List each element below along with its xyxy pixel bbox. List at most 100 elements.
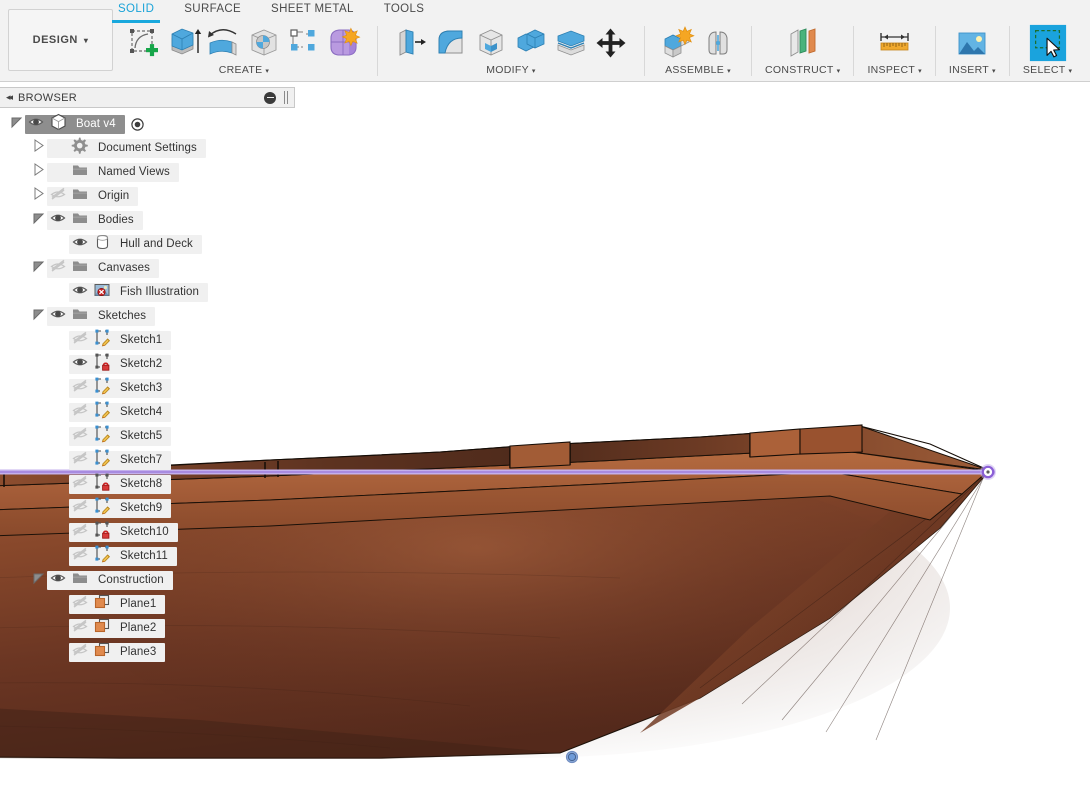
select-window-icon[interactable] [1028,21,1068,65]
eye-hidden-icon[interactable] [72,547,88,566]
visibility-toggle[interactable] [69,331,91,350]
eye-hidden-icon[interactable] [50,187,66,206]
tree-expander[interactable] [30,138,47,158]
tree-row-boat-v4[interactable]: Boat v4 [0,112,295,136]
eye-hidden-icon[interactable] [72,379,88,398]
loft-icon[interactable] [284,21,324,65]
offset-plane-icon[interactable] [783,21,823,65]
design-workspace-button[interactable]: DESIGN ▾ [8,9,113,71]
visibility-toggle[interactable] [69,547,91,566]
tree-node-chip[interactable]: Canvases [47,258,159,278]
panel-select-label[interactable]: SELECT ▾ [1023,64,1072,76]
tree-row-sketch5[interactable]: Sketch5 [0,424,295,448]
visibility-toggle[interactable] [25,115,47,134]
tree-expander[interactable] [30,307,47,326]
visibility-toggle[interactable] [69,523,91,542]
expander-collapsed-icon[interactable] [32,138,45,158]
collapse-panel-icon[interactable]: ◂◂ [6,92,13,103]
expander-expanded-icon[interactable] [32,211,45,230]
tree-row-sketch2[interactable]: Sketch2 [0,352,295,376]
visibility-toggle[interactable] [47,211,69,230]
panel-inspect-label[interactable]: INSPECT ▾ [867,64,921,76]
move-copy-icon[interactable] [591,21,631,65]
eye-hidden-icon[interactable] [72,403,88,422]
tab-surface[interactable]: SURFACE [184,0,241,20]
tree-node-chip[interactable]: Origin [47,186,139,206]
expander-collapsed-icon[interactable] [32,162,45,182]
eye-hidden-icon[interactable] [72,595,88,614]
eye-hidden-icon[interactable] [72,643,88,662]
eye-hidden-icon[interactable] [72,451,88,470]
fillet-icon[interactable] [431,21,471,65]
tree-node-chip[interactable]: Sketch5 [69,425,172,446]
extrude-icon[interactable] [164,21,204,65]
visibility-toggle[interactable] [47,259,69,278]
tree-node-chip[interactable]: Named Views [47,162,179,182]
tree-expander[interactable] [30,259,47,278]
expander-expanded-icon[interactable] [32,571,45,590]
visibility-toggle[interactable] [47,187,69,206]
tree-node-chip[interactable]: Document Settings [47,137,206,158]
visibility-toggle[interactable] [69,283,91,302]
minus-circle-icon[interactable] [264,91,276,104]
visibility-toggle[interactable] [47,571,69,590]
visibility-toggle[interactable] [69,427,91,446]
keel-point-marker[interactable] [567,752,577,762]
expander-expanded-icon[interactable] [32,259,45,278]
eye-hidden-icon[interactable] [72,427,88,446]
visibility-toggle[interactable] [69,403,91,422]
visibility-toggle[interactable] [69,475,91,494]
tree-node-chip[interactable]: Plane1 [69,594,166,614]
tree-row-construction[interactable]: Construction [0,568,295,592]
tree-expander[interactable] [30,186,47,206]
split-face-icon[interactable] [551,21,591,65]
combine-icon[interactable] [511,21,551,65]
panel-construct-label[interactable]: CONSTRUCT ▾ [765,64,840,76]
eye-hidden-icon[interactable] [72,475,88,494]
tree-node-chip[interactable]: Sketch9 [69,497,172,518]
eye-visible-icon[interactable] [50,211,66,230]
tree-row-origin[interactable]: Origin [0,184,295,208]
eye-hidden-icon[interactable] [72,331,88,350]
eye-hidden-icon[interactable] [72,523,88,542]
visibility-toggle[interactable] [69,379,91,398]
tab-sheet-metal[interactable]: SHEET METAL [271,0,354,20]
expander-expanded-icon[interactable] [32,307,45,326]
tree-node-chip[interactable]: Bodies [47,210,143,230]
tree-row-sketch10[interactable]: Sketch10 [0,520,295,544]
tree-expander[interactable] [30,211,47,230]
tree-row-sketch1[interactable]: Sketch1 [0,328,295,352]
tree-node-chip[interactable]: Plane3 [69,642,166,662]
new-component-icon[interactable] [658,21,698,65]
tree-row-named-views[interactable]: Named Views [0,160,295,184]
tree-row-plane2[interactable]: Plane2 [0,616,295,640]
tree-row-sketch11[interactable]: Sketch11 [0,544,295,568]
visibility-toggle[interactable] [69,643,91,662]
eye-visible-icon[interactable] [50,571,66,590]
eye-visible-icon[interactable] [28,115,44,134]
panel-assemble-label[interactable]: ASSEMBLE ▾ [665,64,731,76]
tree-row-sketch3[interactable]: Sketch3 [0,376,295,400]
revolve-icon[interactable] [204,21,244,65]
tree-row-sketches[interactable]: Sketches [0,304,295,328]
panel-modify-label[interactable]: MODIFY ▾ [486,64,535,76]
mesh-create-icon[interactable] [324,21,364,65]
visibility-toggle[interactable] [47,307,69,326]
tree-row-sketch8[interactable]: Sketch8 [0,472,295,496]
visibility-toggle[interactable] [69,619,91,638]
insert-image-icon[interactable] [952,21,992,65]
eye-visible-icon[interactable] [50,307,66,326]
visibility-toggle[interactable] [69,595,91,614]
tab-solid[interactable]: SOLID [111,0,161,23]
tree-node-chip[interactable]: Sketch3 [69,377,172,398]
joint-icon[interactable] [698,21,738,65]
tree-node-chip[interactable]: Sketch1 [69,329,172,350]
tree-row-sketch9[interactable]: Sketch9 [0,496,295,520]
tree-node-chip[interactable]: Hull and Deck [69,234,202,254]
eye-visible-icon[interactable] [72,283,88,302]
visibility-toggle[interactable] [69,451,91,470]
tree-row-sketch7[interactable]: Sketch7 [0,448,295,472]
tree-node-chip[interactable]: Sketch8 [69,473,172,494]
tree-row-sketch4[interactable]: Sketch4 [0,400,295,424]
tree-node-chip[interactable]: Sketch4 [69,401,172,422]
